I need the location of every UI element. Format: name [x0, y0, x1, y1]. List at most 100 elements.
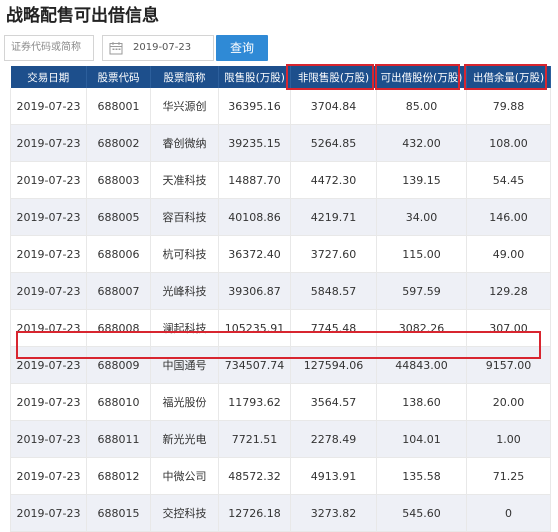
table-cell: 688003: [86, 161, 151, 199]
table-cell: 127594.06: [290, 346, 377, 384]
table-cell: 79.88: [466, 88, 551, 125]
page-title: 战略配售可出借信息: [6, 6, 159, 26]
table-cell: 福光股份: [150, 383, 219, 421]
table-cell: 2019-07-23: [10, 161, 87, 199]
table-cell: 2019-07-23: [10, 383, 87, 421]
table-cell: 2019-07-23: [10, 346, 87, 384]
table-cell: 307.00: [466, 309, 551, 347]
table-cell: 5264.85: [290, 124, 377, 162]
table-cell: 2019-07-23: [10, 235, 87, 273]
table-cell: 432.00: [376, 124, 467, 162]
table-cell: 2019-07-23: [10, 88, 87, 125]
table-cell: 2019-07-23: [10, 198, 87, 236]
table-cell: 交控科技: [150, 494, 219, 532]
table-row: 2019-07-23 688003 天准科技 14887.70 4472.30 139.1…: [10, 161, 551, 199]
date-value: 2019-07-23: [133, 42, 192, 53]
table-cell: 4913.91: [290, 457, 377, 495]
table-cell: 34.00: [376, 198, 467, 236]
col-header: 可出借股份(万股): [376, 66, 467, 88]
table-cell: 688008: [86, 309, 151, 347]
table-cell: 2019-07-23: [10, 124, 87, 162]
table-cell: 138.60: [376, 383, 467, 421]
table-row: 2019-07-23 688007 光峰科技 39306.87 5848.57 597.5…: [10, 272, 551, 310]
table-cell: 3564.57: [290, 383, 377, 421]
table-header-row: 交易日期 股票代码 股票简称 限售股(万股) 非限售股(万股) 可出借股份(万股…: [10, 66, 551, 88]
table-cell: 85.00: [376, 88, 467, 125]
table-cell: 新光光电: [150, 420, 219, 458]
table-cell: 688001: [86, 88, 151, 125]
table-cell: 4472.30: [290, 161, 377, 199]
table-cell: 40108.86: [218, 198, 291, 236]
table-cell: 2019-07-23: [10, 272, 87, 310]
table-cell: 14887.70: [218, 161, 291, 199]
table-cell: 1.00: [466, 420, 551, 458]
table-row: 2019-07-23 688006 杭可科技 36372.40 3727.60 115.0…: [10, 235, 551, 273]
table-cell: 54.45: [466, 161, 551, 199]
table-cell: 36395.16: [218, 88, 291, 125]
table-cell: 3727.60: [290, 235, 377, 273]
col-header: 非限售股(万股): [290, 66, 377, 88]
table-cell: 2278.49: [290, 420, 377, 458]
table-cell: 36372.40: [218, 235, 291, 273]
table-row: 2019-07-23 688001 华兴源创 36395.16 3704.84 85.00…: [10, 88, 551, 125]
table-cell: 44843.00: [376, 346, 467, 384]
table-cell: 7721.51: [218, 420, 291, 458]
table-row: 2019-07-23 688011 新光光电 7721.51 2278.49 104.01…: [10, 420, 551, 458]
table-cell: 2019-07-23: [10, 457, 87, 495]
table-row: 2019-07-23 688005 容百科技 40108.86 4219.71 34.00…: [10, 198, 551, 236]
table-cell: 39235.15: [218, 124, 291, 162]
table-cell: 734507.74: [218, 346, 291, 384]
table-cell: 48572.32: [218, 457, 291, 495]
table-cell: 光峰科技: [150, 272, 219, 310]
table-cell: 3082.26: [376, 309, 467, 347]
table-cell: 71.25: [466, 457, 551, 495]
table-row: 2019-07-23 688015 交控科技 12726.18 3273.82 545.6…: [10, 494, 551, 532]
table-cell: 12726.18: [218, 494, 291, 532]
table-cell: 108.00: [466, 124, 551, 162]
table-cell: 11793.62: [218, 383, 291, 421]
table-row: 2019-07-23 688002 睿创微纳 39235.15 5264.85 432.0…: [10, 124, 551, 162]
table-cell: 688009: [86, 346, 151, 384]
table-cell: 中国通号: [150, 346, 219, 384]
table-cell: 9157.00: [466, 346, 551, 384]
table-cell: 688007: [86, 272, 151, 310]
table-cell: 0: [466, 494, 551, 532]
table-cell: 2019-07-23: [10, 309, 87, 347]
table-cell: 688015: [86, 494, 151, 532]
table-row: 2019-07-23 688009 中国通号 734507.74 127594.06 44…: [10, 346, 551, 384]
table-cell: 澜起科技: [150, 309, 219, 347]
table-row: 2019-07-23 688012 中微公司 48572.32 4913.91 135.5…: [10, 457, 551, 495]
table-cell: 688012: [86, 457, 151, 495]
table-cell: 睿创微纳: [150, 124, 219, 162]
table-cell: 597.59: [376, 272, 467, 310]
query-button[interactable]: 查询: [216, 35, 268, 61]
table-cell: 129.28: [466, 272, 551, 310]
table-cell: 49.00: [466, 235, 551, 273]
table-cell: 20.00: [466, 383, 551, 421]
table-cell: 39306.87: [218, 272, 291, 310]
date-picker[interactable]: 2019-07-23: [102, 35, 214, 61]
table-cell: 容百科技: [150, 198, 219, 236]
table-row: 2019-07-23 688010 福光股份 11793.62 3564.57 138.6…: [10, 383, 551, 421]
lending-table: 交易日期 股票代码 股票简称 限售股(万股) 非限售股(万股) 可出借股份(万股…: [10, 66, 551, 532]
table-cell: 2019-07-23: [10, 494, 87, 532]
stock-code-input[interactable]: [4, 35, 94, 61]
table-cell: 2019-07-23: [10, 420, 87, 458]
col-header: 出借余量(万股): [466, 66, 551, 88]
table-row: 2019-07-23 688008 澜起科技 105235.91 7745.48 3082…: [10, 309, 551, 347]
table-cell: 104.01: [376, 420, 467, 458]
table-cell: 中微公司: [150, 457, 219, 495]
table-cell: 139.15: [376, 161, 467, 199]
table-cell: 688006: [86, 235, 151, 273]
table-cell: 7745.48: [290, 309, 377, 347]
table-cell: 146.00: [466, 198, 551, 236]
table-cell: 688002: [86, 124, 151, 162]
table-cell: 天准科技: [150, 161, 219, 199]
table-cell: 5848.57: [290, 272, 377, 310]
table-cell: 688005: [86, 198, 151, 236]
col-header: 交易日期: [10, 66, 87, 88]
calendar-icon: [109, 42, 123, 55]
table-cell: 杭可科技: [150, 235, 219, 273]
table-cell: 4219.71: [290, 198, 377, 236]
table-cell: 3273.82: [290, 494, 377, 532]
